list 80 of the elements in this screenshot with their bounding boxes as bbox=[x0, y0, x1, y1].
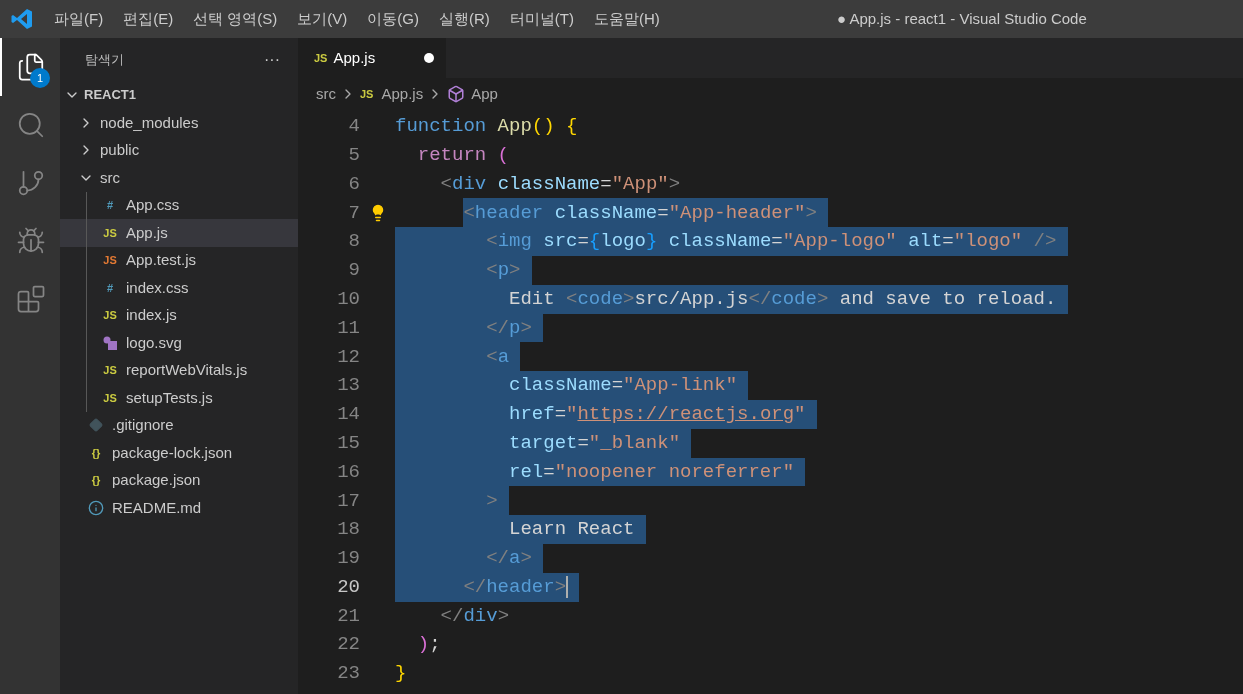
menu-item[interactable]: 도움말(H) bbox=[584, 7, 670, 31]
code-line: return ( bbox=[416, 142, 510, 168]
code-line: ); bbox=[416, 632, 441, 658]
code-line: </div> bbox=[439, 603, 510, 629]
file-type-icon: {} bbox=[86, 472, 106, 489]
menu-item[interactable]: 실행(R) bbox=[429, 7, 500, 31]
line-number: 6 bbox=[348, 172, 360, 195]
window-title: ● App.js - react1 - Visual Studio Code bbox=[837, 8, 1087, 29]
line-number: 5 bbox=[348, 143, 360, 166]
line-number: 11 bbox=[337, 316, 360, 339]
line-number: 21 bbox=[337, 604, 360, 627]
file-item[interactable]: JS setupTests.js bbox=[60, 384, 298, 412]
files-icon bbox=[16, 52, 46, 82]
line-number: 23 bbox=[337, 662, 360, 685]
menu-item[interactable]: 터미널(T) bbox=[499, 7, 584, 31]
app-logo bbox=[10, 7, 34, 31]
breadcrumb-item[interactable]: App.js bbox=[381, 82, 424, 106]
file-item[interactable]: {} package-lock.json bbox=[60, 439, 298, 467]
line-number: 13 bbox=[337, 374, 360, 397]
file-type-icon: JS bbox=[314, 49, 328, 67]
line-number: 7 bbox=[348, 201, 360, 224]
line-number: 14 bbox=[337, 403, 360, 426]
file-type-icon: JS bbox=[100, 224, 120, 241]
code-line: <div className="App"> bbox=[439, 171, 681, 197]
folder-item[interactable]: src bbox=[60, 164, 298, 192]
line-number: 16 bbox=[337, 460, 360, 483]
bug-icon bbox=[16, 226, 46, 256]
file-item[interactable]: JS reportWebVitals.js bbox=[60, 356, 298, 384]
line-number: 12 bbox=[337, 345, 360, 368]
file-item[interactable]: JS index.js bbox=[60, 301, 298, 329]
file-item[interactable]: # App.css bbox=[60, 191, 298, 219]
breadcrumb-item[interactable]: App bbox=[471, 82, 498, 106]
line-number: 15 bbox=[337, 431, 360, 454]
blocks-icon bbox=[16, 284, 46, 314]
code-line: function App() { bbox=[395, 114, 578, 140]
info-icon bbox=[88, 499, 104, 516]
file-item[interactable]: README.md bbox=[60, 494, 298, 522]
file-item[interactable]: JS App.test.js bbox=[60, 246, 298, 274]
file-item[interactable]: {} package.json bbox=[60, 466, 298, 494]
folder-item[interactable]: public bbox=[60, 136, 298, 164]
line-number: 10 bbox=[337, 287, 360, 310]
menu-item[interactable]: 편집(E) bbox=[113, 7, 184, 31]
breadcrumb-item[interactable]: src bbox=[316, 82, 336, 106]
folder-item[interactable]: node_modules bbox=[60, 109, 298, 137]
text-cursor bbox=[566, 576, 569, 599]
file-item[interactable]: logo.svg bbox=[60, 329, 298, 357]
notification-badge: 1 bbox=[30, 68, 50, 88]
file-item[interactable]: .gitignore bbox=[60, 411, 298, 439]
file-type-icon: JS bbox=[100, 307, 120, 324]
line-number: 4 bbox=[348, 115, 360, 138]
file-item[interactable]: JS App.js bbox=[60, 219, 298, 247]
menu-item[interactable]: 선택 영역(S) bbox=[183, 7, 288, 31]
file-item[interactable]: # index.css bbox=[60, 274, 298, 302]
search-icon bbox=[16, 110, 46, 140]
menu-item[interactable]: 파일(F) bbox=[44, 7, 114, 31]
branch-icon bbox=[16, 168, 46, 198]
file-type-icon: JS bbox=[100, 252, 120, 269]
cube-icon bbox=[447, 85, 466, 103]
file-type-icon: # bbox=[100, 279, 120, 296]
line-number: 19 bbox=[337, 547, 360, 570]
line-number: 9 bbox=[348, 259, 360, 282]
more-actions-button[interactable]: ··· bbox=[264, 47, 280, 72]
file-type-icon: JS bbox=[100, 389, 120, 406]
line-number: 22 bbox=[337, 633, 360, 656]
file-type-icon: JS bbox=[360, 85, 374, 103]
line-number: 18 bbox=[337, 518, 360, 541]
sidebar-title: 탐색기 bbox=[85, 50, 124, 69]
file-type-icon: JS bbox=[100, 362, 120, 379]
image-file-icon bbox=[102, 334, 118, 351]
menu-item[interactable]: 보기(V) bbox=[287, 7, 358, 31]
line-number: 17 bbox=[337, 489, 360, 512]
file-type-icon: {} bbox=[86, 444, 106, 461]
git-file-icon bbox=[89, 418, 103, 433]
menu-item[interactable]: 이동(G) bbox=[357, 7, 429, 31]
editor-tab[interactable]: JS App.js bbox=[298, 38, 446, 78]
project-header[interactable]: REACT1 bbox=[60, 81, 298, 109]
line-number: 20 bbox=[337, 575, 360, 598]
line-number: 8 bbox=[348, 230, 360, 253]
code-line: } bbox=[395, 661, 407, 687]
file-type-icon: # bbox=[100, 197, 120, 214]
